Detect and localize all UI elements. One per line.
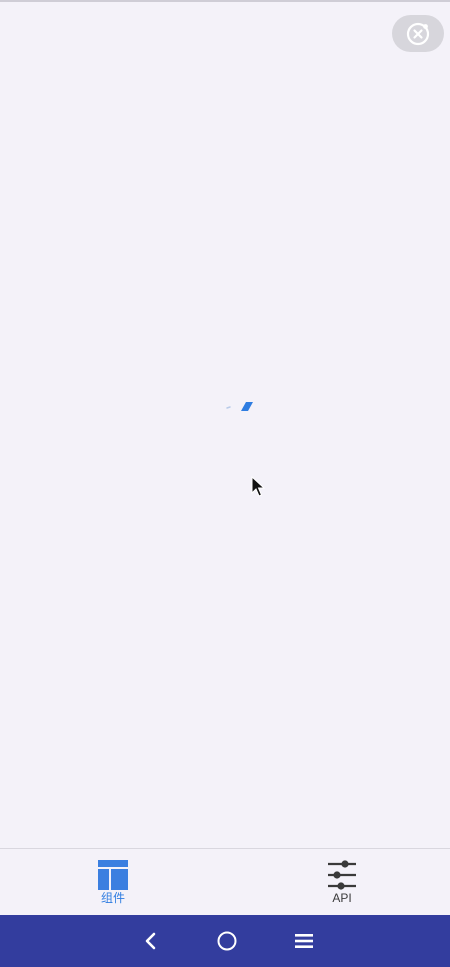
app-screen: 组件 API	[0, 0, 450, 967]
system-menu-button[interactable]	[292, 929, 316, 953]
back-chevron-icon	[145, 932, 156, 950]
layout-grid-icon	[98, 860, 128, 890]
tab-components-label: 组件	[100, 891, 125, 905]
tab-components[interactable]: 组件	[53, 849, 173, 915]
tab-api[interactable]: API	[282, 849, 402, 915]
tab-api-label: API	[332, 891, 352, 905]
menu-lines-icon	[295, 934, 313, 948]
page-content	[0, 2, 450, 848]
system-back-button[interactable]	[139, 929, 163, 953]
bottom-tab-bar: 组件 API	[0, 848, 450, 915]
mouse-pointer-icon	[250, 475, 266, 498]
system-home-button[interactable]	[215, 929, 239, 953]
system-navigation-bar	[0, 915, 450, 967]
loading-spinner-icon	[224, 398, 256, 416]
sliders-icon	[328, 860, 356, 890]
home-circle-icon	[217, 931, 237, 951]
